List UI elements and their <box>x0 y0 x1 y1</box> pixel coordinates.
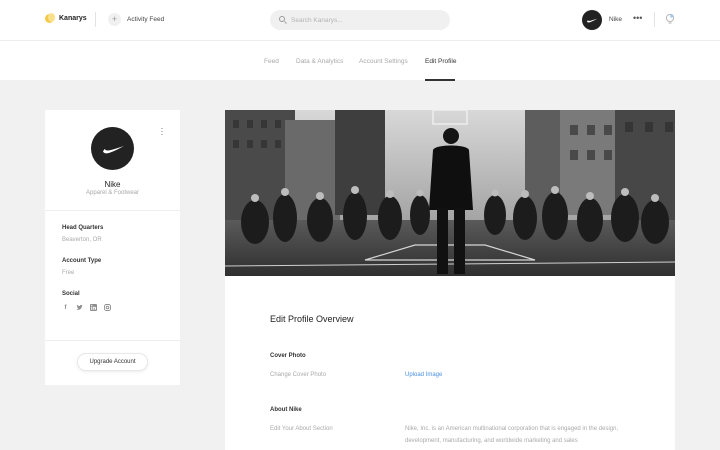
upgrade-account-button[interactable]: Upgrade Account <box>77 353 148 371</box>
divider <box>95 12 96 27</box>
tab-feed[interactable]: Feed <box>264 58 279 65</box>
profile-name: Nike <box>104 180 121 189</box>
brand-name: Kanarys <box>59 15 87 22</box>
tab-account-settings[interactable]: Account Settings <box>359 58 408 65</box>
cover-image <box>225 110 675 276</box>
notification-icon[interactable] <box>665 13 675 25</box>
instagram-icon[interactable] <box>104 304 111 311</box>
cover-photo-label: Cover Photo <box>270 353 306 359</box>
divider <box>45 210 180 211</box>
profile-tabs: Feed Data & Analytics Account Settings E… <box>0 40 720 81</box>
avatar[interactable] <box>582 10 602 30</box>
edit-profile-panel: Edit Profile Overview Cover Photo Change… <box>225 110 675 450</box>
kanarys-logo-icon <box>45 13 55 23</box>
user-name[interactable]: Nike <box>609 16 622 23</box>
activity-feed-link[interactable]: Activity Feed <box>127 16 164 23</box>
more-horizontal-icon[interactable]: ••• <box>633 13 642 23</box>
tab-edit-profile[interactable]: Edit Profile <box>425 58 456 65</box>
social-links: f <box>62 304 111 311</box>
top-bar: Kanarys + Activity Feed Nike ••• <box>0 0 720 40</box>
social-label: Social <box>62 291 80 297</box>
avatar <box>91 127 134 170</box>
divider <box>45 340 180 341</box>
cover-photo <box>225 110 675 276</box>
more-vertical-icon[interactable]: · · · <box>160 125 164 139</box>
section-title: Edit Profile Overview <box>270 314 354 324</box>
search-input[interactable] <box>291 10 441 30</box>
nike-swoosh-icon <box>587 18 598 23</box>
plus-icon[interactable]: + <box>108 13 121 26</box>
search-bar[interactable] <box>270 10 450 30</box>
twitter-icon[interactable] <box>76 304 83 311</box>
search-icon <box>279 16 285 22</box>
about-text[interactable]: Nike, Inc. is an American multinational … <box>405 423 620 447</box>
cover-photo-hint: Change Cover Photo <box>270 372 327 378</box>
upload-image-link[interactable]: Upload Image <box>405 372 442 378</box>
headquarters-label: Head Quarters <box>62 225 104 231</box>
account-type-value: Free <box>62 270 75 276</box>
nike-swoosh-icon <box>103 146 124 154</box>
brand-logo[interactable]: Kanarys <box>45 13 87 23</box>
about-hint: Edit Your About Section <box>270 426 333 432</box>
facebook-icon[interactable]: f <box>62 304 69 311</box>
account-type-label: Account Type <box>62 258 102 264</box>
profile-card: · · · Nike Apparel & Footwear Head Quarter… <box>45 110 180 385</box>
profile-category: Apparel & Footwear <box>85 190 140 196</box>
linkedin-icon[interactable] <box>90 304 97 311</box>
headquarters-value: Beaverton, OR <box>62 237 102 243</box>
tab-data-analytics[interactable]: Data & Analytics <box>296 58 343 65</box>
active-tab-indicator <box>425 79 455 81</box>
divider <box>654 12 655 27</box>
about-label: About Nike <box>270 407 302 413</box>
